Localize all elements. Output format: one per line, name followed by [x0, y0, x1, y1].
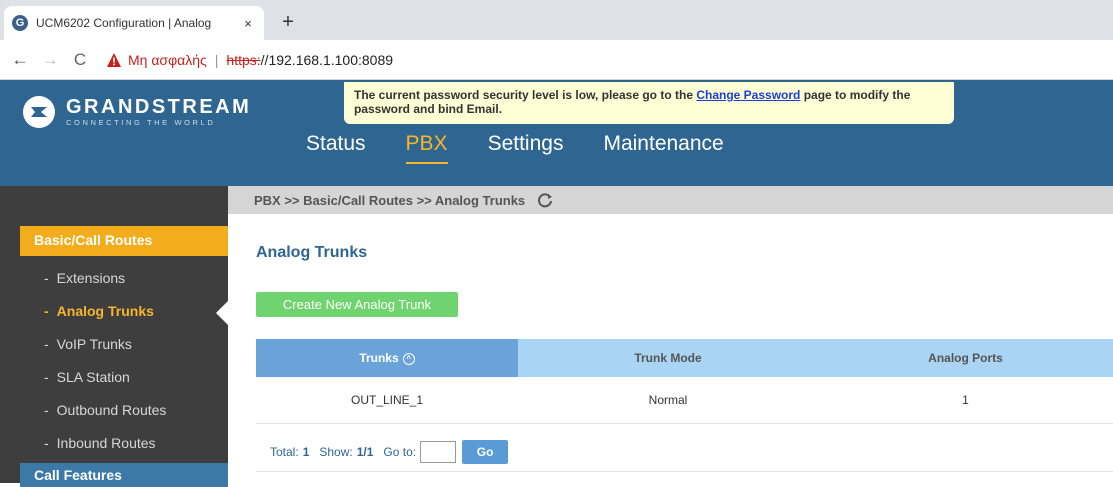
sidebar-item-outbound-routes[interactable]: - Outbound Routes: [44, 402, 166, 418]
app-header: GRANDSTREAM CONNECTING THE WORLD The cur…: [0, 80, 1113, 186]
grandstream-favicon-icon: G: [12, 15, 28, 31]
reload-icon[interactable]: C: [68, 48, 92, 72]
sidebar-item-sla-station[interactable]: - SLA Station: [44, 369, 130, 385]
browser-tab[interactable]: G UCM6202 Configuration | Analog ×: [4, 6, 264, 40]
url-scheme[interactable]: https:: [226, 52, 260, 68]
address-bar: ← → C Μη ασφαλής | https: //192.168.1.10…: [0, 40, 1113, 80]
address-separator: |: [214, 51, 219, 68]
column-header-trunks[interactable]: Trunks ^: [256, 339, 518, 377]
sidebar-item-inbound-routes[interactable]: - Inbound Routes: [44, 435, 156, 451]
nav-status[interactable]: Status: [306, 132, 366, 164]
cell-trunk-mode: Normal: [518, 377, 818, 424]
show-label: Show:: [319, 444, 353, 459]
go-button[interactable]: Go: [462, 439, 509, 464]
breadcrumb-bar: PBX >> Basic/Call Routes >> Analog Trunk…: [228, 186, 1113, 214]
forward-icon[interactable]: →: [38, 48, 62, 72]
sidebar-item-analog-trunks[interactable]: - Analog Trunks: [44, 303, 154, 319]
sidebar-section-basic-call-routes[interactable]: Basic/Call Routes: [20, 226, 228, 256]
change-password-link[interactable]: Change Password: [696, 88, 800, 102]
column-header-analog-ports[interactable]: Analog Ports: [818, 339, 1113, 377]
grandstream-logo[interactable]: GRANDSTREAM CONNECTING THE WORLD: [22, 95, 251, 129]
column-header-label: Trunks: [359, 351, 399, 365]
sidebar-item-label: Analog Trunks: [56, 303, 154, 319]
cell-trunk-name: OUT_LINE_1: [256, 377, 518, 424]
refresh-icon[interactable]: [537, 192, 553, 208]
sidebar-section-call-features[interactable]: Call Features: [20, 463, 228, 487]
total-value: 1: [302, 444, 310, 459]
main-nav: Status PBX Settings Maintenance: [306, 132, 764, 164]
password-warning-banner: The current password security level is l…: [344, 82, 954, 124]
grandstream-logo-icon: [23, 96, 55, 128]
table-row[interactable]: OUT_LINE_1 Normal 1: [256, 377, 1113, 424]
warning-text-prefix: The current password security level is l…: [354, 88, 697, 102]
goto-page-input[interactable]: [420, 440, 457, 463]
nav-settings[interactable]: Settings: [488, 132, 564, 164]
column-header-trunk-mode[interactable]: Trunk Mode: [518, 339, 818, 377]
total-label: Total:: [270, 444, 299, 459]
nav-pbx[interactable]: PBX: [405, 132, 448, 164]
logo-tagline: CONNECTING THE WORLD: [66, 118, 216, 127]
sidebar-item-label: Outbound Routes: [56, 402, 167, 418]
warning-triangle-icon[interactable]: [106, 52, 122, 68]
sidebar-item-extensions[interactable]: - Extensions: [44, 270, 125, 286]
new-tab-button[interactable]: +: [276, 11, 300, 35]
not-secure-label[interactable]: Μη ασφαλής: [128, 52, 207, 68]
sidebar-item-label: VoIP Trunks: [56, 336, 132, 352]
create-new-analog-trunk-button[interactable]: Create New Analog Trunk: [256, 292, 458, 317]
breadcrumb: PBX >> Basic/Call Routes >> Analog Trunk…: [254, 192, 526, 208]
logo-name: GRANDSTREAM: [66, 96, 252, 118]
back-icon[interactable]: ←: [8, 48, 32, 72]
sidebar-item-label: Inbound Routes: [56, 435, 156, 451]
sort-ascending-icon[interactable]: ^: [402, 352, 415, 365]
sidebar-item-label: SLA Station: [56, 369, 130, 385]
pagination: Total: 1 Show: 1/1 Go to: Go: [256, 432, 1113, 472]
analog-trunks-table: Trunks ^ Trunk Mode Analog Ports OUT_LINE…: [256, 339, 1113, 424]
tab-close-icon[interactable]: ×: [240, 16, 256, 31]
sidebar-item-voip-trunks[interactable]: - VoIP Trunks: [44, 336, 132, 352]
page-title: Analog Trunks: [256, 244, 368, 261]
url-text[interactable]: //192.168.1.100:8089: [261, 52, 393, 68]
sidebar-item-label: Extensions: [56, 270, 126, 286]
nav-maintenance[interactable]: Maintenance: [603, 132, 723, 164]
browser-tabstrip: G UCM6202 Configuration | Analog × +: [0, 0, 1113, 40]
cell-analog-ports: 1: [818, 377, 1113, 424]
table-header-row: Trunks ^ Trunk Mode Analog Ports: [256, 339, 1113, 377]
active-item-pointer: [216, 301, 228, 325]
goto-label: Go to:: [383, 444, 417, 459]
show-value: 1/1: [356, 444, 374, 459]
sidebar: Basic/Call Routes - Extensions - Analog Tr…: [0, 186, 228, 487]
tab-title: UCM6202 Configuration | Analog: [36, 16, 212, 30]
